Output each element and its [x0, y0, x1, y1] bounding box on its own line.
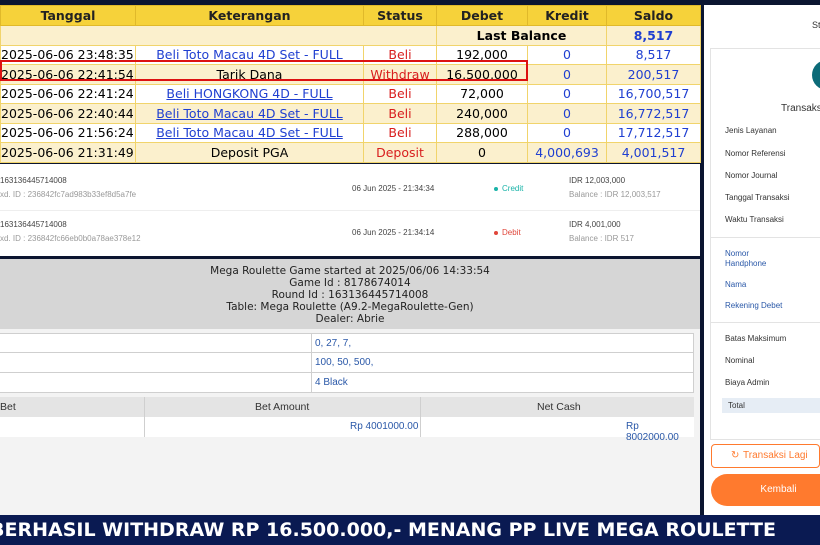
transaction-link[interactable]: Beli HONGKONG 4D - FULL	[166, 86, 332, 101]
transaction-link[interactable]: Beli Toto Macau 4D Set - FULL	[156, 106, 343, 121]
game-detail: Mega Roulette Game started at 2025/06/06…	[0, 259, 700, 515]
kembali-button[interactable]: Kembali	[711, 474, 820, 506]
transaction-history: 163136445714008 xd. ID : 236842fc7ad983b…	[0, 164, 700, 256]
debit-badge: Debit	[494, 228, 521, 237]
last-balance-label: Last Balance	[436, 25, 607, 46]
col-keterangan: Keterangan	[135, 5, 364, 26]
game-header: Mega Roulette Game started at 2025/06/06…	[0, 259, 700, 329]
transaction-table: Tanggal Keterangan Status Debet Kredit S…	[0, 5, 701, 163]
winning-result: 4 Black	[311, 372, 694, 393]
transaction-link[interactable]: Beli Toto Macau 4D Set - FULL	[156, 125, 343, 140]
col-saldo: Saldo	[606, 5, 701, 26]
bet-row: Rp 4001000.00 Rp 8002000.00	[0, 417, 694, 443]
col-kredit: Kredit	[527, 5, 607, 26]
col-status: Status	[363, 5, 437, 26]
refresh-icon: ↻	[731, 450, 740, 461]
bet-header: Bet Bet Amount Net Cash	[0, 397, 694, 417]
col-debet: Debet	[436, 5, 528, 26]
last-balance-value: 8,517	[606, 25, 701, 46]
table-row: 2025-06-06 22:40:44 Beli Toto Macau 4D S…	[0, 103, 701, 124]
status-label: St	[812, 20, 820, 30]
table-row: 2025-06-06 21:31:49 Deposit PGA Deposit …	[0, 142, 701, 163]
transaksi-lagi-button[interactable]: ↻ Transaksi Lagi	[711, 444, 820, 468]
table-row: 2025-06-06 22:41:24 Beli HONGKONG 4D - F…	[0, 83, 701, 104]
table-row: 2025-06-06 21:56:24 Beli Toto Macau 4D S…	[0, 122, 701, 143]
list-item: 163136445714008 xd. ID : 236842fc66eb0b0…	[0, 220, 634, 243]
receipt-title: Transaks	[781, 103, 820, 114]
credit-badge: Credit	[494, 184, 523, 193]
table-header: Tanggal Keterangan Status Debet Kredit S…	[0, 5, 701, 26]
multipliers: 100, 50, 500,	[311, 352, 694, 373]
result-numbers: 0, 27, 7,	[311, 333, 694, 353]
col-tanggal: Tanggal	[0, 5, 136, 26]
highlight-box	[0, 60, 528, 81]
list-item: 163136445714008 xd. ID : 236842fc7ad983b…	[0, 166, 700, 211]
promo-banner: BERHASIL WITHDRAW RP 16.500.000,- MENANG…	[0, 515, 820, 545]
last-balance-row: Last Balance 8,517	[0, 25, 701, 46]
